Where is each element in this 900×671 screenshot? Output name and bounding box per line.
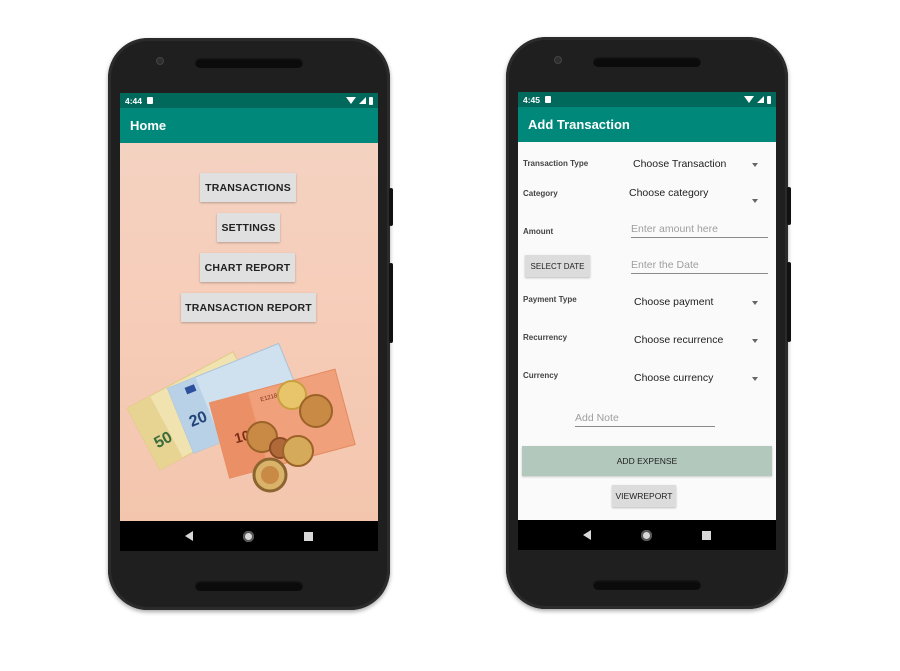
date-input[interactable]: Enter the Date [631, 259, 768, 274]
amount-label: Amount [523, 227, 554, 236]
transactions-button[interactable]: TRANSACTIONS [200, 173, 296, 202]
power-button [389, 188, 393, 226]
app-bar: Add Transaction [518, 107, 776, 142]
navigation-bar [120, 521, 378, 551]
currency-label: Currency [523, 371, 559, 380]
transaction-type-spinner[interactable]: Choose Transaction [633, 158, 726, 170]
bottom-speaker [593, 580, 701, 590]
chevron-down-icon[interactable] [752, 301, 758, 305]
chevron-down-icon[interactable] [752, 163, 758, 167]
back-icon[interactable] [185, 531, 193, 541]
page-title: Add Transaction [528, 117, 630, 132]
status-time: 4:45 [523, 94, 541, 105]
chevron-down-icon[interactable] [752, 199, 758, 203]
battery-icon [369, 96, 373, 105]
volume-button [389, 263, 393, 343]
chart-report-button[interactable]: CHART REPORT [200, 253, 295, 282]
recents-icon[interactable] [702, 530, 711, 540]
add-transaction-screen: 4:45 Add Transaction Transaction Type Ch… [518, 92, 776, 550]
sd-card-icon [147, 97, 154, 104]
bottom-speaker [195, 581, 303, 591]
view-report-button[interactable]: VIEWREPORT [612, 485, 676, 507]
recurrency-label: Recurrency [523, 333, 568, 342]
sd-card-icon [545, 96, 552, 103]
page-title: Home [130, 118, 167, 133]
home-circle-icon[interactable] [243, 530, 254, 542]
signal-icon [757, 96, 764, 103]
transaction-type-label: Transaction Type [523, 159, 589, 168]
home-background: 50 EURO 20 EURO 10 [120, 143, 378, 521]
navigation-bar [518, 520, 776, 550]
phone-home: 4:44 Home 50 EURO [108, 38, 393, 610]
status-icons [744, 95, 771, 104]
category-label: Category [523, 189, 558, 198]
status-bar: 4:45 [518, 92, 776, 107]
select-date-button[interactable]: SELECT DATE [525, 255, 590, 277]
top-speaker [195, 58, 303, 68]
phone-add-transaction: 4:45 Add Transaction Transaction Type Ch… [506, 37, 791, 609]
transaction-report-button[interactable]: TRANSACTION REPORT [181, 293, 316, 322]
add-expense-button[interactable]: ADD EXPENSE [522, 446, 772, 476]
money-image: 50 EURO 20 EURO 10 [126, 342, 356, 493]
home-screen: 4:44 Home 50 EURO [120, 93, 378, 551]
top-speaker [593, 57, 701, 67]
category-spinner[interactable]: Choose category [629, 187, 708, 199]
front-camera [554, 56, 562, 64]
volume-button [787, 262, 791, 342]
recurrency-spinner[interactable]: Choose recurrence [634, 334, 723, 346]
transaction-form: Transaction Type Choose Transaction Cate… [518, 142, 776, 520]
app-bar: Home [120, 108, 378, 143]
amount-input[interactable]: Enter amount here [631, 223, 768, 238]
currency-spinner[interactable]: Choose currency [634, 372, 713, 384]
battery-icon [767, 95, 771, 104]
wifi-icon [346, 97, 356, 104]
front-camera [156, 57, 164, 65]
chevron-down-icon[interactable] [752, 377, 758, 381]
status-icons [346, 96, 373, 105]
home-circle-icon[interactable] [641, 529, 652, 541]
status-bar: 4:44 [120, 93, 378, 108]
payment-type-label: Payment Type [523, 295, 577, 304]
chevron-down-icon[interactable] [752, 339, 758, 343]
status-time: 4:44 [125, 95, 143, 106]
payment-type-spinner[interactable]: Choose payment [634, 296, 713, 308]
power-button [787, 187, 791, 225]
back-icon[interactable] [583, 530, 591, 540]
wifi-icon [744, 96, 754, 103]
settings-button[interactable]: SETTINGS [217, 213, 280, 242]
stage: 4:44 Home 50 EURO [0, 0, 900, 671]
note-input[interactable]: Add Note [575, 412, 715, 427]
signal-icon [359, 97, 366, 104]
recents-icon[interactable] [304, 531, 313, 541]
